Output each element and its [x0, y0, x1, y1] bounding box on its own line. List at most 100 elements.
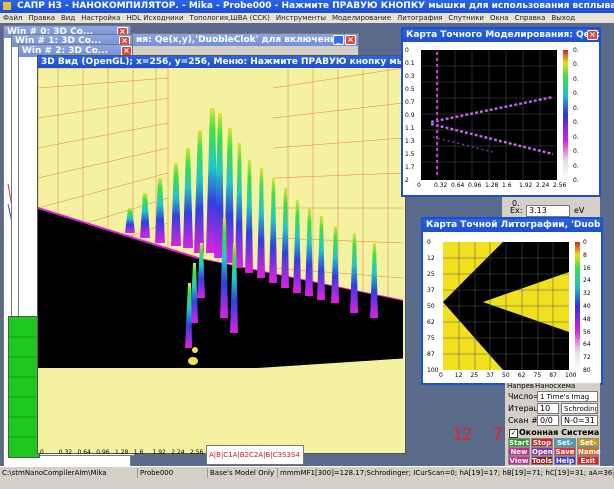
- model-y-tick: 0.5: [405, 86, 415, 93]
- set-r-button[interactable]: Set-R: [577, 438, 599, 455]
- model-x-tick: 0.32: [434, 182, 448, 189]
- stop-button[interactable]: Stop: [531, 438, 553, 447]
- main-3d-title: 3D Вид (OpenGL); x=256, y=256, Меню: Наж…: [41, 57, 405, 67]
- minimize-icon[interactable]: _: [333, 35, 344, 45]
- model-y-tick: 0.9: [405, 112, 415, 119]
- litho-scale-tick: 56: [583, 328, 591, 336]
- litho-map-title: Карта Точной Литографии, 'DuobleClo...: [426, 220, 601, 230]
- litho-scale-tick: 24: [583, 277, 591, 285]
- window-litho-map[interactable]: Карта Точной Литографии, 'DuobleClo... 0…: [421, 217, 603, 385]
- name-button[interactable]: Name: [577, 447, 601, 456]
- model-scale-tick: 0.: [573, 148, 579, 156]
- model-y-tick: 1.7: [405, 164, 415, 171]
- back-window-title: ия: Qe(x,y),'DuobleClok' для включения..…: [136, 35, 353, 45]
- model-scale-tick: 0.: [573, 133, 579, 141]
- menu-item-2[interactable]: Вид: [58, 14, 78, 23]
- litho-scale-tick: 72: [583, 354, 591, 362]
- menu-item-5[interactable]: Топология,ШВА (ССК): [187, 14, 273, 23]
- model-x-tick: 0: [417, 182, 421, 189]
- litho-x-tick: 37: [486, 372, 494, 379]
- model-scale-tick: 0.: [573, 75, 579, 83]
- model-y-tick: 0.1: [405, 60, 415, 67]
- close-icon[interactable]: ×: [587, 30, 598, 40]
- menu-item-7[interactable]: Моделирование: [329, 14, 394, 23]
- save-button[interactable]: Save: [554, 447, 576, 456]
- litho-y-tick: 100: [427, 367, 439, 374]
- menu-item-0[interactable]: Файл: [0, 14, 25, 23]
- model-scale-tick: 0.: [573, 119, 579, 127]
- set-p-button[interactable]: Set-P: [554, 438, 576, 455]
- left-plot-tick: 0.96: [96, 449, 110, 456]
- litho-scale-tick: 8: [583, 251, 587, 259]
- checkbox-label: Оконная Система: [519, 428, 600, 437]
- model-y-tick: 1.1: [405, 125, 415, 132]
- model-map-title: Карта Точного Моделирования: Qe(x,...: [406, 30, 599, 40]
- menu-item-3[interactable]: Настройка: [78, 14, 123, 23]
- open-button[interactable]: Open: [531, 447, 553, 456]
- app-icon: [3, 1, 11, 10]
- new-button[interactable]: New: [508, 447, 530, 456]
- litho-y-tick: 0: [427, 239, 431, 246]
- close-icon[interactable]: ×: [345, 35, 356, 45]
- litho-x-tick: 75: [533, 372, 542, 379]
- tools-button[interactable]: Tools: [531, 456, 553, 465]
- n-field[interactable]: N-0=31: [561, 415, 598, 426]
- litho-x-tick: 50: [502, 372, 510, 379]
- status-path: C:\stmNanoCompilerAlm\Mika: [0, 468, 138, 478]
- model-y-tick: 2: [405, 177, 409, 184]
- left-plot-tick: 0.64: [77, 449, 91, 456]
- left-plot-tick: 0.32: [58, 449, 73, 456]
- status-bar-bottom: [0, 478, 614, 489]
- window-model-map[interactable]: Карта Точного Моделирования: Qe(x,... ×: [401, 27, 601, 197]
- left-plot-tick: 1.6: [133, 449, 144, 456]
- model-scale-tick: 0.: [573, 162, 579, 170]
- model-y-tick: 0: [405, 47, 409, 54]
- model-x-tick: 1.6: [502, 182, 512, 189]
- help-button[interactable]: Help: [554, 456, 576, 465]
- ex-unit: eV: [574, 206, 585, 215]
- chislo-select[interactable]: 1 Time's Imag: [537, 391, 598, 402]
- left-plot-tick: 2.24: [171, 449, 185, 456]
- menu-item-1[interactable]: Правка: [25, 14, 58, 23]
- model-x-tick: 2.56: [553, 182, 567, 189]
- clock-display: 12 7: [452, 425, 504, 445]
- app-title: САПР НЗ - НАНОКОМПИЛЯТОР. - Mika - Probe…: [17, 1, 614, 11]
- litho-y-tick: 87: [427, 351, 435, 358]
- start-button[interactable]: Start: [508, 438, 530, 447]
- litho-scale-tick: 80: [583, 367, 591, 374]
- iter-input[interactable]: 10: [537, 403, 559, 414]
- menu-item-11[interactable]: Справка: [512, 14, 549, 23]
- menu-item-4[interactable]: HDL Исходники: [123, 14, 186, 23]
- iter-mode-field[interactable]: Schroding: [561, 403, 598, 414]
- left-plot-tick: 1.92: [152, 449, 166, 456]
- litho-map-plot[interactable]: [423, 232, 601, 383]
- menu-item-6[interactable]: Инструменты: [273, 14, 329, 23]
- menu-item-8[interactable]: Литография: [394, 14, 445, 23]
- window-3d-view[interactable]: 3D Вид (OpenGL); x=256, y=256, Меню: Наж…: [37, 55, 406, 454]
- exit-button[interactable]: Exit: [577, 456, 599, 465]
- menu-bar: Файл Правка Вид Настройка HDL Исходники Топол…: [0, 13, 614, 23]
- litho-y-tick: 37: [427, 287, 435, 294]
- left-plot-tick: 0: [40, 449, 44, 456]
- model-x-tick: 0.96: [468, 182, 482, 189]
- litho-scale-tick: 32: [583, 290, 591, 298]
- litho-scale-tick: 16: [583, 264, 591, 272]
- menu-item-12[interactable]: Выход: [548, 14, 578, 23]
- ex-input[interactable]: 3.13: [526, 205, 570, 217]
- model-map-plot[interactable]: [403, 42, 599, 195]
- model-x-tick: 1.92: [519, 182, 533, 189]
- model-scale-tick: 0.: [573, 104, 579, 112]
- menu-item-9[interactable]: Спутники: [445, 14, 487, 23]
- menu-item-10[interactable]: Окна: [487, 14, 512, 23]
- model-scale-tick: 0.: [573, 61, 579, 69]
- window-system-checkbox[interactable]: ✓: [509, 429, 518, 438]
- opengl-3d-plot[interactable]: [38, 68, 403, 452]
- app-title-bar[interactable]: САПР НЗ - НАНОКОМПИЛЯТОР. - Mika - Probe…: [0, 0, 614, 13]
- model-scale-tick: 0.: [573, 177, 579, 184]
- left-green-panel: [8, 316, 40, 458]
- litho-y-tick: 50: [427, 303, 435, 310]
- view-button[interactable]: View: [508, 456, 530, 465]
- litho-x-tick: 87: [549, 372, 557, 379]
- bottom-label-box: A|B|C1A|B2C2A|B|C3S3S4: [206, 445, 304, 465]
- scan-field[interactable]: 0/0: [537, 415, 559, 426]
